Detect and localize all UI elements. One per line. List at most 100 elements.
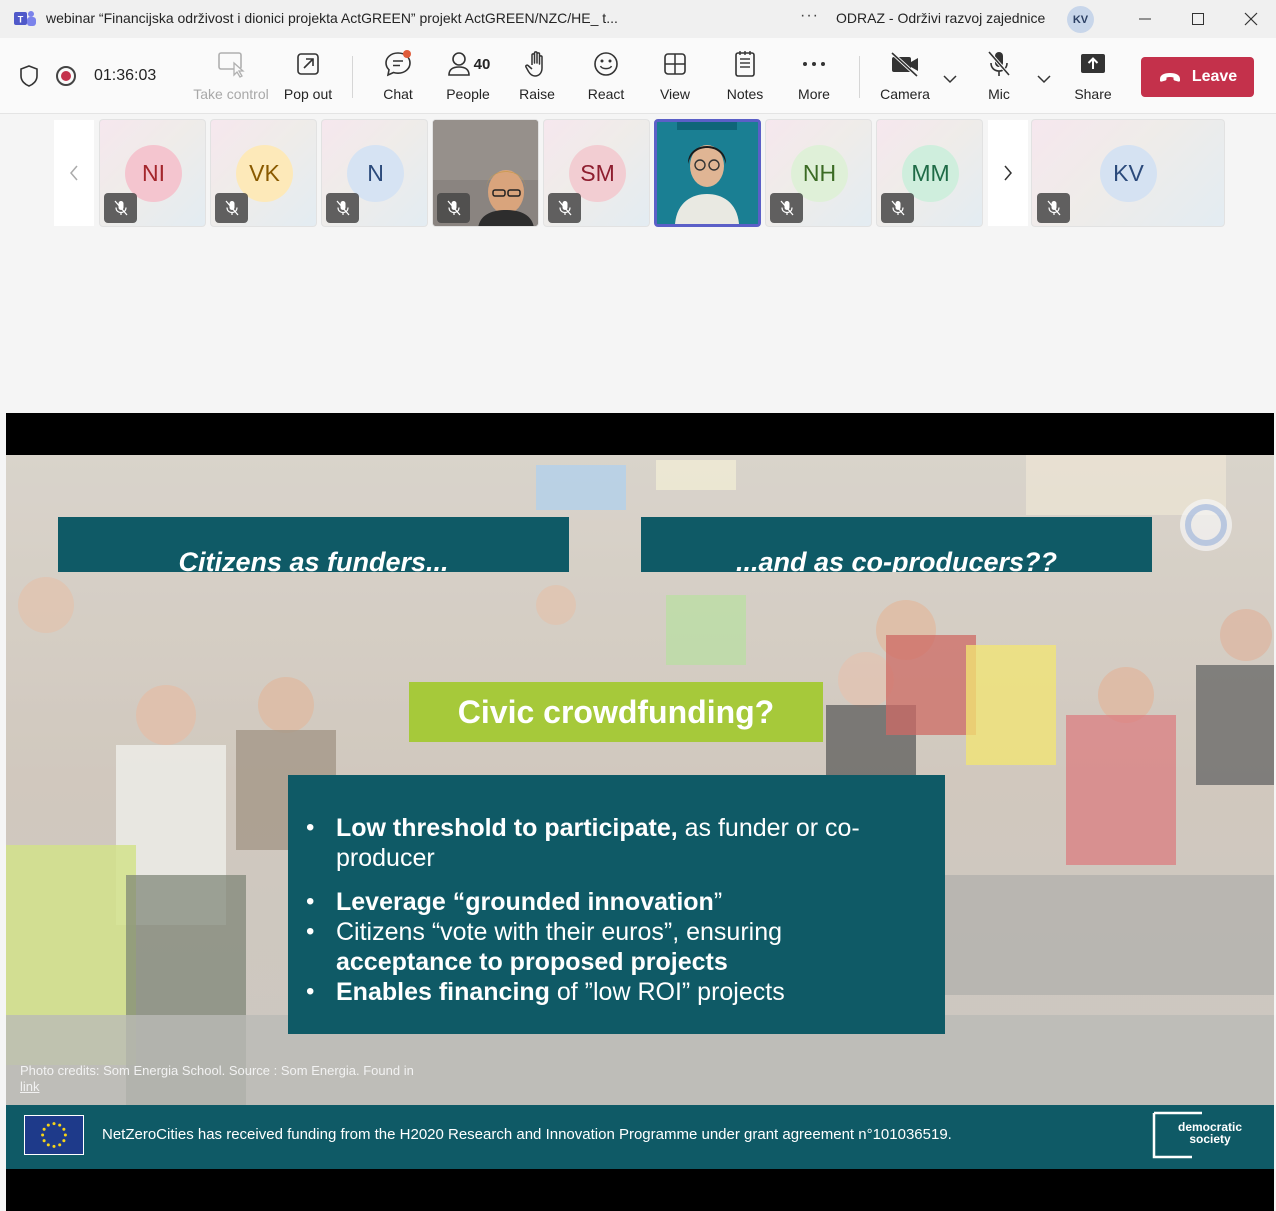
smiley-icon (594, 52, 618, 76)
participant-tile-nh[interactable]: NH (765, 119, 872, 227)
take-control-button[interactable]: Take control (193, 48, 269, 108)
chat-icon (385, 50, 411, 77)
camera-off-icon (890, 51, 919, 78)
participant-tile-mm[interactable]: MM (876, 119, 983, 227)
banner-co-producers: ...and as co-producers?? (641, 517, 1152, 572)
notes-icon (735, 51, 755, 77)
participant-tile-n[interactable]: N (321, 119, 428, 227)
maximize-icon (1192, 13, 1204, 25)
bullet-item: Enables financing of ”low ROI” projects (306, 977, 925, 1007)
shared-screen: Citizens as funders... ...and as co-prod… (6, 413, 1274, 1211)
view-button[interactable]: View (655, 48, 695, 108)
mic-off-icon (987, 50, 1011, 77)
photo-credit-link[interactable]: link (20, 1079, 480, 1095)
muted-mic-icon (326, 193, 359, 223)
mic-label: Mic (988, 86, 1010, 102)
mic-button[interactable]: Mic (979, 48, 1019, 108)
raise-hand-button[interactable]: Raise (517, 48, 557, 108)
demsoc-line-2: society (1189, 1132, 1231, 1146)
participant-initials: NH (802, 160, 837, 186)
participant-tile-ni[interactable]: NI (99, 119, 206, 227)
close-window-button[interactable] (1236, 6, 1266, 32)
react-button[interactable]: React (586, 48, 626, 108)
people-label: People (446, 86, 490, 102)
account-avatar[interactable]: KV (1067, 6, 1094, 33)
muted-mic-icon (1037, 193, 1070, 223)
notes-button[interactable]: Notes (725, 48, 765, 108)
photo-credit-text: Photo credits: Som Energia School. Sourc… (20, 1063, 414, 1078)
bullet-item: Citizens “vote with their euros”, ensuri… (306, 917, 925, 977)
muted-mic-icon (104, 193, 137, 223)
shield-icon[interactable] (18, 64, 40, 88)
civic-crowdfunding-title: Civic crowdfunding? (409, 682, 823, 742)
muted-mic-icon (770, 193, 803, 223)
more-button[interactable]: More (794, 48, 834, 108)
bullet-bold-text: acceptance to proposed projects (336, 948, 728, 976)
share-label: Share (1074, 86, 1112, 102)
stage-empty-area (0, 228, 1276, 414)
maximize-button[interactable] (1183, 6, 1213, 32)
take-control-label: Take control (193, 86, 269, 102)
participants-next-button[interactable] (988, 120, 1028, 226)
camera-options-chevron-icon[interactable] (941, 72, 959, 86)
bullet-bold-text: Leverage “grounded innovation (336, 888, 714, 916)
pop-out-icon (297, 53, 319, 75)
toolbar-divider (352, 56, 353, 98)
mic-options-chevron-icon[interactable] (1035, 72, 1053, 86)
chevron-left-icon (70, 165, 78, 181)
share-screen-icon (1081, 54, 1105, 73)
participant-video-tile[interactable] (432, 119, 539, 227)
self-tile-kv[interactable]: KV (1031, 119, 1225, 227)
minimize-button[interactable] (1130, 6, 1160, 32)
pop-out-button[interactable]: Pop out (283, 48, 333, 108)
slide-footer: NetZeroCities has received funding from … (6, 1105, 1274, 1169)
participant-initials: KV (1113, 160, 1144, 186)
notes-label: Notes (726, 86, 764, 102)
banner-citizens-funders: Citizens as funders... (58, 517, 569, 572)
participant-avatar: KV (1100, 145, 1157, 202)
chevron-right-icon (1004, 165, 1012, 181)
teams-logo-icon: T (14, 11, 36, 26)
funding-statement: NetZeroCities has received funding from … (102, 1126, 952, 1143)
active-speaker-video-tile[interactable] (654, 119, 761, 227)
toolbar-divider (859, 56, 860, 98)
raise-label: Raise (519, 86, 555, 102)
participant-initials: NI (142, 160, 165, 186)
people-icon (447, 52, 470, 76)
bullet-list-box: Low threshold to participate, as funder … (288, 775, 945, 1034)
bullet-text: of ”low ROI” projects (549, 978, 785, 1006)
view-label: View (659, 86, 691, 102)
camera-label: Camera (880, 86, 930, 102)
meeting-timer: 01:36:03 (94, 67, 157, 84)
share-button[interactable]: Share (1073, 48, 1113, 108)
more-options-button[interactable]: ··· (800, 7, 819, 25)
take-control-icon (218, 52, 245, 78)
bullet-item: Leverage “grounded innovation” (306, 887, 925, 917)
bullet-bold-text: Low threshold to participate, (336, 814, 678, 842)
camera-button[interactable]: Camera (880, 48, 930, 108)
participant-tile-vk[interactable]: VK (210, 119, 317, 227)
svg-text:T: T (18, 15, 24, 25)
chat-label: Chat (383, 86, 413, 102)
muted-mic-icon (437, 193, 470, 223)
banner-left-text: Citizens as funders... (178, 547, 449, 573)
people-count: 40 (473, 55, 491, 73)
bullet-item: Low threshold to participate, as funder … (306, 813, 925, 873)
organization-name: ODRAZ - Održivi razvoj zajednice (836, 10, 1046, 26)
participant-initials: N (367, 160, 384, 186)
banner-right-text: ...and as co-producers?? (735, 547, 1058, 573)
chat-button[interactable]: Chat (378, 48, 418, 108)
speaker-video-feed (657, 122, 758, 224)
ellipsis-icon (803, 62, 825, 66)
raise-hand-icon (525, 51, 543, 77)
people-button[interactable]: 40 People (440, 48, 496, 108)
react-label: React (587, 86, 625, 102)
minimize-icon (1139, 18, 1151, 20)
bullet-text: Citizens “vote with their euros”, ensuri… (336, 918, 783, 946)
participant-initials: SM (580, 160, 615, 186)
participant-tile-sm[interactable]: SM (543, 119, 650, 227)
recording-indicator-icon (56, 66, 76, 86)
eu-flag-icon (24, 1115, 84, 1155)
participants-prev-button[interactable] (54, 120, 94, 226)
leave-button[interactable]: Leave (1141, 57, 1254, 97)
